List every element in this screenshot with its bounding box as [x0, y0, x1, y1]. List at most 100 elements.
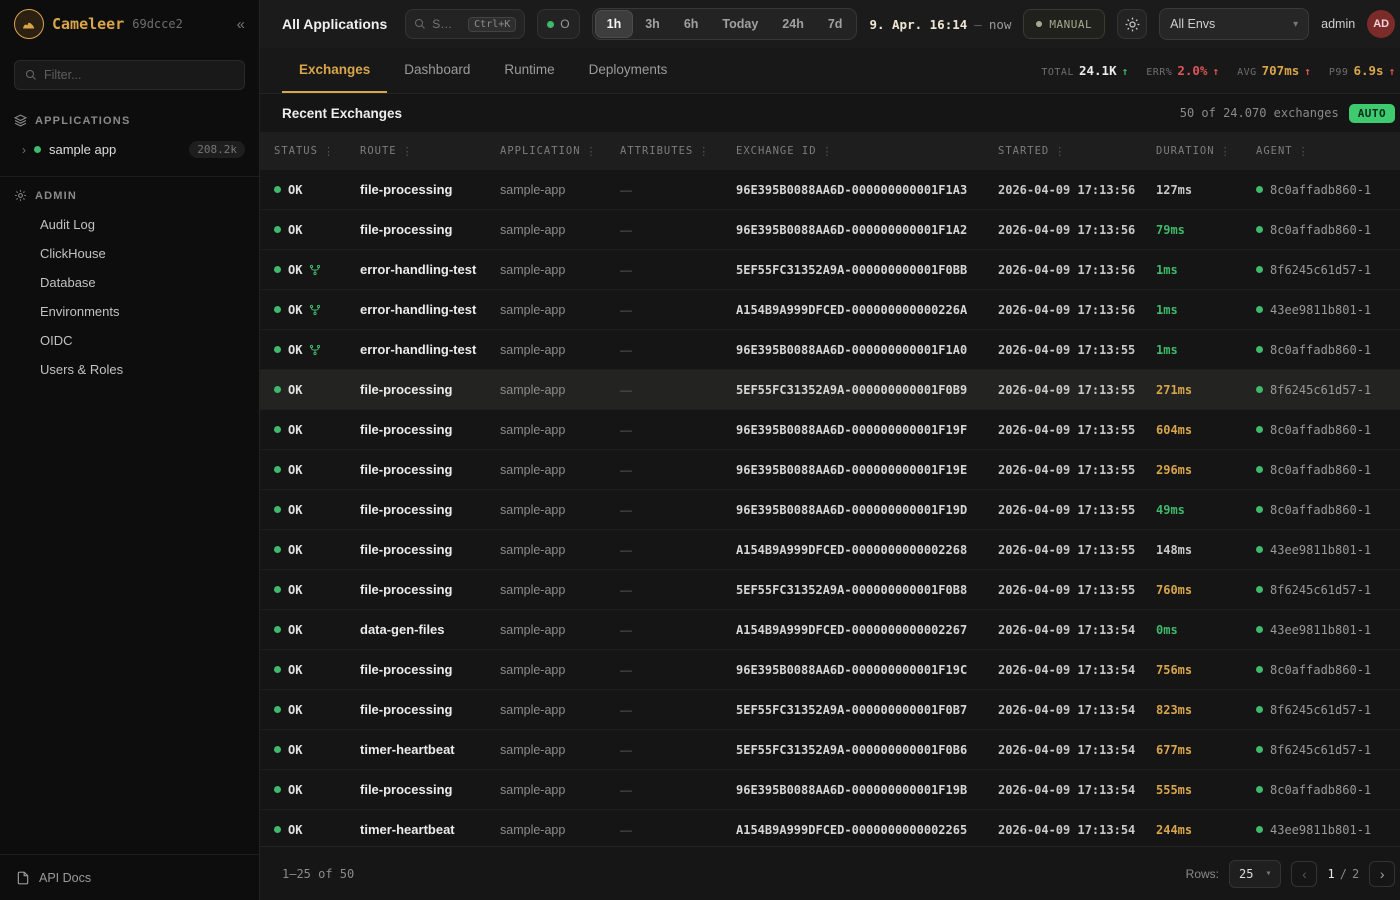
- column-header-duration[interactable]: DURATION⋮: [1156, 145, 1256, 158]
- exchange-id-cell: 5EF55FC31352A9A-000000000001F0B9: [736, 383, 998, 397]
- column-header-attributes[interactable]: ATTRIBUTES⋮: [620, 145, 736, 158]
- avatar[interactable]: AD: [1367, 10, 1395, 38]
- sidebar-item-database[interactable]: Database: [0, 268, 259, 297]
- app-count-badge: 208.2k: [189, 141, 245, 158]
- date-range-start: 9. Apr. 16:14: [869, 17, 967, 32]
- application-cell: sample-app: [500, 343, 620, 357]
- environments-dropdown-value: All Envs: [1170, 17, 1215, 31]
- tab-deployments[interactable]: Deployments: [572, 48, 685, 93]
- column-header-status[interactable]: STATUS⋮: [274, 145, 360, 158]
- sidebar-collapse-icon[interactable]: «: [237, 16, 245, 33]
- status-cell: OK: [274, 703, 360, 717]
- time-range-3h[interactable]: 3h: [634, 11, 671, 37]
- sidebar-item-audit-log[interactable]: Audit Log: [0, 210, 259, 239]
- status-cell: OK: [274, 583, 360, 597]
- agent-name: 8c0affadb860-1: [1270, 223, 1371, 237]
- agent-cell: 8c0affadb860-1: [1256, 423, 1400, 437]
- column-header-application[interactable]: APPLICATION⋮: [500, 145, 620, 158]
- tab-runtime[interactable]: Runtime: [487, 48, 571, 93]
- time-range-1h[interactable]: 1h: [596, 11, 633, 37]
- table-row[interactable]: OKfile-processingsample-app—96E395B0088A…: [260, 650, 1400, 690]
- table-row[interactable]: OKerror-handling-testsample-app—5EF55FC3…: [260, 250, 1400, 290]
- table-row[interactable]: OKdata-gen-filessample-app—A154B9A999DFC…: [260, 610, 1400, 650]
- trend-up-icon: ↑: [1389, 65, 1396, 78]
- chevron-right-icon[interactable]: ›: [22, 143, 26, 157]
- route-cell: file-processing: [360, 662, 500, 677]
- exchange-id-cell: A154B9A999DFCED-000000000000226A: [736, 303, 998, 317]
- summary-stats: TOTAL24.1K↑ERR%2.0%↑AVG707ms↑P996.9s↑: [1041, 48, 1395, 93]
- sidebar-item-api-docs[interactable]: API Docs: [39, 871, 91, 885]
- auto-refresh-badge[interactable]: AUTO: [1349, 104, 1396, 123]
- agent-cell: 8c0affadb860-1: [1256, 503, 1400, 517]
- next-page-button[interactable]: ›: [1369, 861, 1395, 887]
- online-status-pill[interactable]: O: [537, 9, 579, 39]
- agent-status-dot: [1256, 826, 1263, 833]
- manual-button-label: MANUAL: [1049, 18, 1092, 31]
- pagination-controls: Rows: 25 ▾ ‹ 1 / 2 ›: [1186, 860, 1396, 888]
- agent-cell: 8c0affadb860-1: [1256, 183, 1400, 197]
- table-row[interactable]: OKfile-processingsample-app—96E395B0088A…: [260, 490, 1400, 530]
- duration-cell: 756ms: [1156, 663, 1256, 677]
- column-header-route[interactable]: ROUTE⋮: [360, 145, 500, 158]
- route-cell: file-processing: [360, 382, 500, 397]
- theme-toggle-button[interactable]: [1117, 9, 1147, 39]
- started-cell: 2026-04-09 17:13:55: [998, 343, 1156, 357]
- sidebar-item-users-roles[interactable]: Users & Roles: [0, 355, 259, 384]
- table-row[interactable]: OKfile-processingsample-app—96E395B0088A…: [260, 450, 1400, 490]
- sidebar-footer: API Docs: [0, 854, 259, 900]
- application-cell: sample-app: [500, 823, 620, 837]
- sidebar-item-oidc[interactable]: OIDC: [0, 326, 259, 355]
- admin-nav: Audit LogClickHouseDatabaseEnvironmentsO…: [0, 210, 259, 384]
- table-row[interactable]: OKfile-processingsample-app—5EF55FC31352…: [260, 370, 1400, 410]
- time-range-24h[interactable]: 24h: [771, 11, 815, 37]
- column-header-started[interactable]: STARTED⋮: [998, 145, 1156, 158]
- tab-exchanges[interactable]: Exchanges: [282, 48, 387, 93]
- status-cell: OK: [274, 183, 360, 197]
- table-row[interactable]: OKfile-processingsample-app—A154B9A999DF…: [260, 530, 1400, 570]
- sidebar-item-clickhouse[interactable]: ClickHouse: [0, 239, 259, 268]
- tabs: ExchangesDashboardRuntimeDeployments: [282, 48, 684, 93]
- column-header-exchange-id[interactable]: EXCHANGE ID⋮: [736, 145, 998, 158]
- content-header: Recent Exchanges 50 of 24.070 exchanges …: [260, 94, 1400, 132]
- applications-section: APPLICATIONS › sample app 208.2k: [0, 106, 259, 164]
- table-row[interactable]: OKfile-processingsample-app—96E395B0088A…: [260, 210, 1400, 250]
- time-range-6h[interactable]: 6h: [673, 11, 710, 37]
- table-row[interactable]: OKfile-processingsample-app—5EF55FC31352…: [260, 570, 1400, 610]
- started-cell: 2026-04-09 17:13:56: [998, 263, 1156, 277]
- document-icon: [16, 871, 30, 885]
- tab-dashboard[interactable]: Dashboard: [387, 48, 487, 93]
- table-row[interactable]: OKtimer-heartbeatsample-app—A154B9A999DF…: [260, 810, 1400, 846]
- table-row[interactable]: OKfile-processingsample-app—96E395B0088A…: [260, 410, 1400, 450]
- environments-dropdown[interactable]: All Envs ▾: [1159, 8, 1309, 40]
- previous-page-button[interactable]: ‹: [1291, 861, 1317, 887]
- started-cell: 2026-04-09 17:13:54: [998, 623, 1156, 637]
- table-row[interactable]: OKfile-processingsample-app—96E395B0088A…: [260, 170, 1400, 210]
- filter-box[interactable]: [14, 60, 245, 90]
- table-row[interactable]: OKfile-processingsample-app—96E395B0088A…: [260, 770, 1400, 810]
- table-row[interactable]: OKfile-processingsample-app—5EF55FC31352…: [260, 690, 1400, 730]
- rows-per-page-select[interactable]: 25 ▾: [1229, 860, 1281, 888]
- applications-section-label: APPLICATIONS: [35, 115, 130, 127]
- agent-cell: 43ee9811b801-1: [1256, 303, 1400, 317]
- application-cell: sample-app: [500, 383, 620, 397]
- date-range[interactable]: 9. Apr. 16:14 — now: [869, 17, 1011, 32]
- sidebar-item-sample-app[interactable]: › sample app 208.2k: [0, 135, 259, 164]
- sidebar-item-environments[interactable]: Environments: [0, 297, 259, 326]
- global-search[interactable]: S… Ctrl+K: [405, 9, 525, 39]
- time-range-7d[interactable]: 7d: [817, 11, 854, 37]
- column-header-agent[interactable]: AGENT⋮: [1256, 145, 1400, 158]
- filter-input[interactable]: [44, 68, 234, 82]
- time-range-today[interactable]: Today: [711, 11, 769, 37]
- applications-section-header: APPLICATIONS: [0, 106, 259, 135]
- status-label: OK: [288, 423, 302, 437]
- started-cell: 2026-04-09 17:13:55: [998, 463, 1156, 477]
- table-row[interactable]: OKerror-handling-testsample-app—A154B9A9…: [260, 290, 1400, 330]
- manual-refresh-button[interactable]: MANUAL: [1023, 9, 1105, 39]
- date-range-separator: —: [974, 17, 982, 32]
- table-row[interactable]: OKerror-handling-testsample-app—96E395B0…: [260, 330, 1400, 370]
- exchange-id-cell: 96E395B0088AA6D-000000000001F1A3: [736, 183, 998, 197]
- status-cell: OK: [274, 223, 360, 237]
- table-footer: 1–25 of 50 Rows: 25 ▾ ‹ 1 / 2 ›: [260, 846, 1400, 900]
- column-header-label: EXCHANGE ID: [736, 145, 817, 157]
- table-row[interactable]: OKtimer-heartbeatsample-app—5EF55FC31352…: [260, 730, 1400, 770]
